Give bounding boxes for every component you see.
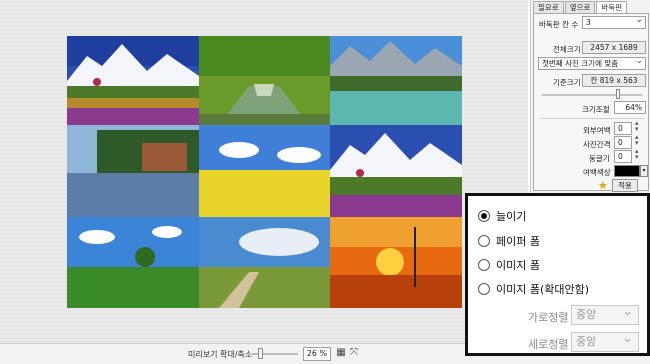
radio-stretch-label: 늘이기 xyxy=(496,210,527,223)
radio-stretch[interactable]: 늘이기 xyxy=(478,208,526,224)
base-size-label: 기준크기 xyxy=(553,78,581,87)
v-align-label: 세로정렬 xyxy=(528,338,569,351)
h-align-select[interactable]: 중앙 xyxy=(571,303,639,325)
photo-country-road[interactable] xyxy=(199,217,330,308)
radio-image-form-no-zoom[interactable]: 이미지 폼(확대안함) xyxy=(478,281,589,297)
layout-tabs: 필요로 옆으로 바둑판 xyxy=(533,1,628,14)
total-size-value: 2457 x 1689 xyxy=(582,41,646,54)
radio-dot-selected[interactable] xyxy=(478,210,490,222)
expand-icon[interactable]: ⤧ xyxy=(348,347,360,359)
apply-button[interactable]: 적용 xyxy=(612,179,638,192)
fill-mode-panel: 늘이기 페이퍼 폼 이미지 폼 이미지 폼(확대안함) 가로정렬 중앙 세로정렬… xyxy=(465,193,650,356)
total-size-label: 전체크기 xyxy=(553,45,581,54)
scale-field[interactable]: 64% xyxy=(614,101,646,114)
bg-color-dropdown-icon[interactable]: ▾ xyxy=(640,165,648,177)
photo-gap-label: 사진간격 xyxy=(583,140,611,149)
photo-rapeseed-field[interactable] xyxy=(199,125,330,217)
zoom-value-field[interactable]: 26 % xyxy=(303,347,331,361)
photo-green-field-tree[interactable] xyxy=(67,217,199,308)
size-slider-track[interactable] xyxy=(542,94,642,96)
photo-snowy-mountain-meadow-2[interactable] xyxy=(330,125,462,217)
radio-dot[interactable] xyxy=(478,235,490,247)
star-icon[interactable]: ★ xyxy=(598,180,608,192)
radio-paper-form[interactable]: 페이퍼 폼 xyxy=(478,233,540,249)
photo-alpine-lake[interactable] xyxy=(330,36,462,125)
preview-area xyxy=(0,0,528,343)
radio-dot[interactable] xyxy=(478,283,490,295)
zoom-label: 미리보기 확대/축소 xyxy=(188,350,253,359)
rounding-spinner[interactable] xyxy=(633,147,643,163)
rounding-label: 둥글기 xyxy=(589,154,610,163)
fit-option-select[interactable]: 첫번째 사진 크기에 맞춤 xyxy=(538,57,646,70)
grid-count-select[interactable]: 3 xyxy=(582,16,646,29)
bg-color-swatch[interactable] xyxy=(614,165,640,177)
grid-settings: 바둑판 칸 수 3 전체크기 2457 x 1689 첫번째 사진 크기에 맞춤… xyxy=(533,13,649,192)
scale-label: 크기조절 xyxy=(582,105,610,114)
photo-tree-lined-canal[interactable] xyxy=(199,36,330,125)
outer-margin-label: 외부여백 xyxy=(583,126,611,135)
radio-paper-form-label: 페이퍼 폼 xyxy=(496,235,540,248)
outer-margin-field[interactable]: 0 xyxy=(614,122,632,135)
h-align-label: 가로정렬 xyxy=(528,311,569,324)
photo-gap-field[interactable]: 0 xyxy=(614,136,632,149)
base-size-value: 칸 819 x 563 xyxy=(582,74,646,87)
bg-color-label: 여백색상 xyxy=(583,168,611,177)
size-slider-thumb[interactable] xyxy=(616,89,620,99)
radio-dot[interactable] xyxy=(478,259,490,271)
grid-count-label: 바둑판 칸 수 xyxy=(539,20,579,29)
tab-horizontal[interactable]: 옆으로 xyxy=(564,1,596,13)
radio-image-form[interactable]: 이미지 폼 xyxy=(478,257,540,273)
photo-snowy-mountain-meadow[interactable] xyxy=(67,36,199,125)
zoom-slider-thumb[interactable] xyxy=(258,348,263,359)
photo-grid xyxy=(67,36,462,308)
photo-lake-boathouse[interactable] xyxy=(67,125,199,217)
radio-image-form-label: 이미지 폼 xyxy=(496,259,540,272)
v-align-select[interactable]: 중앙 xyxy=(571,330,639,352)
tab-vertical[interactable]: 필요로 xyxy=(533,1,564,13)
photo-sunset-sea[interactable] xyxy=(330,217,462,308)
rounding-field[interactable]: 0 xyxy=(614,150,632,163)
fit-icon[interactable]: ▦ xyxy=(335,347,347,359)
divider xyxy=(540,118,644,119)
radio-image-form-no-zoom-label: 이미지 폼(확대안함) xyxy=(496,283,590,296)
